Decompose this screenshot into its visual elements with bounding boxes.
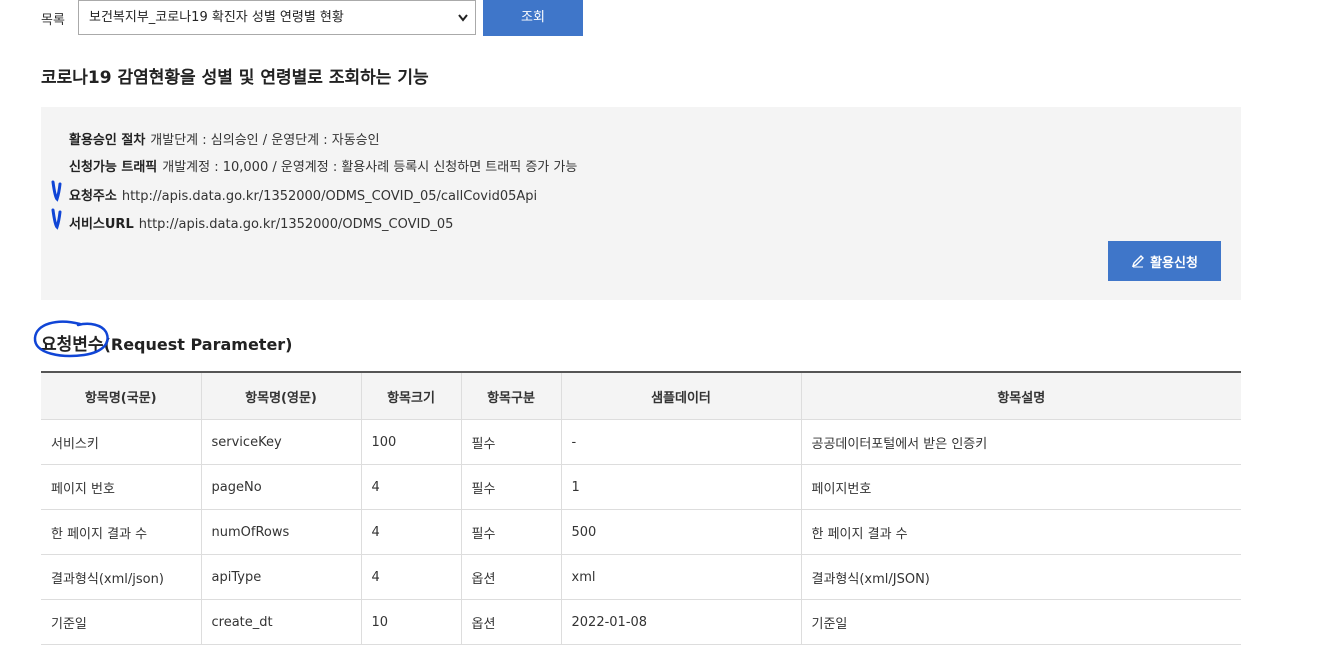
table-row: 기준일 create_dt 10 옵션 2022-01-08 기준일: [41, 599, 1241, 645]
apply-button[interactable]: 활용신청: [1108, 241, 1221, 281]
request-url-value[interactable]: http://apis.data.go.kr/1352000/ODMS_COVI…: [122, 189, 537, 204]
header-type: 항목구분: [461, 372, 562, 420]
cell-description: 한 페이지 결과 수: [801, 509, 1241, 555]
table-row: 한 페이지 결과 수 numOfRows 4 필수 500 한 페이지 결과 수: [41, 509, 1241, 555]
cell-description: 공공데이터포털에서 받은 인증키: [801, 419, 1241, 465]
traffic-value: 개발계정 : 10,000 / 운영계정 : 활용사례 등록시 신청하면 트래픽…: [162, 160, 578, 175]
cell-size: 100: [361, 419, 462, 465]
cell-name-en: numOfRows: [201, 509, 362, 555]
cell-sample: 1: [561, 464, 802, 510]
cell-type: 옵션: [461, 554, 562, 600]
cell-name-en: serviceKey: [201, 419, 362, 465]
query-button[interactable]: 조회: [483, 0, 583, 36]
cell-size: 4: [361, 509, 462, 555]
chevron-down-icon: [457, 1, 469, 47]
cell-description: 기준일: [801, 599, 1241, 645]
cell-name-ko: 기준일: [41, 599, 202, 645]
circle-annotation: [33, 320, 109, 358]
request-parameter-table: 항목명(국문) 항목명(영문) 항목크기 항목구분 샘플데이터 항목설명 서비스…: [41, 371, 1241, 645]
cell-size: 10: [361, 599, 462, 645]
top-bar: 목록 보건복지부_코로나19 확진자 성별 연령별 현황 조회: [0, 0, 1319, 40]
header-sample: 샘플데이터: [561, 372, 802, 420]
cell-type: 필수: [461, 419, 562, 465]
approval-row: 활용승인 절차 개발단계 : 심의승인 / 운영단계 : 자동승인: [69, 129, 380, 148]
info-panel: 활용승인 절차 개발단계 : 심의승인 / 운영단계 : 자동승인 신청가능 트래…: [41, 107, 1241, 300]
service-url-row: 서비스URL http://apis.data.go.kr/1352000/ODM…: [69, 213, 453, 232]
cell-name-ko: 서비스키: [41, 419, 202, 465]
list-label: 목록: [41, 13, 65, 28]
table-row: 결과형식(xml/json) apiType 4 옵션 xml 결과형식(xml…: [41, 554, 1241, 600]
apply-button-label: 활용신청: [1150, 255, 1198, 271]
cell-sample: 500: [561, 509, 802, 555]
cell-name-ko: 한 페이지 결과 수: [41, 509, 202, 555]
header-size: 항목크기: [361, 372, 462, 420]
approval-value: 개발단계 : 심의승인 / 운영단계 : 자동승인: [150, 133, 380, 148]
request-url-row: 요청주소 http://apis.data.go.kr/1352000/ODMS_…: [69, 185, 537, 204]
header-name-en: 항목명(영문): [201, 372, 362, 420]
cell-size: 4: [361, 554, 462, 600]
cell-sample: 2022-01-08: [561, 599, 802, 645]
cell-name-ko: 결과형식(xml/json): [41, 554, 202, 600]
cell-description: 페이지번호: [801, 464, 1241, 510]
cell-size: 4: [361, 464, 462, 510]
select-value: 보건복지부_코로나19 확진자 성별 연령별 현황: [89, 10, 344, 25]
table-row: 페이지 번호 pageNo 4 필수 1 페이지번호: [41, 464, 1241, 510]
pencil-icon: [1131, 255, 1145, 268]
service-url-label: 서비스URL: [69, 217, 134, 232]
traffic-label: 신청가능 트래픽: [69, 160, 158, 175]
cell-type: 옵션: [461, 599, 562, 645]
check-mark-annotation: [51, 208, 62, 230]
table-row: 서비스키 serviceKey 100 필수 - 공공데이터포털에서 받은 인증…: [41, 419, 1241, 465]
cell-name-en: create_dt: [201, 599, 362, 645]
table-header-row: 항목명(국문) 항목명(영문) 항목크기 항목구분 샘플데이터 항목설명: [41, 372, 1241, 420]
header-name-ko: 항목명(국문): [41, 372, 202, 420]
cell-name-en: pageNo: [201, 464, 362, 510]
check-mark-annotation: [51, 180, 62, 202]
cell-description: 결과형식(xml/JSON): [801, 554, 1241, 600]
traffic-row: 신청가능 트래픽 개발계정 : 10,000 / 운영계정 : 활용사례 등록시 …: [69, 156, 577, 175]
cell-name-en: apiType: [201, 554, 362, 600]
service-url-value[interactable]: http://apis.data.go.kr/1352000/ODMS_COVI…: [139, 217, 454, 232]
header-description: 항목설명: [801, 372, 1241, 420]
cell-type: 필수: [461, 509, 562, 555]
cell-name-ko: 페이지 번호: [41, 464, 202, 510]
api-select[interactable]: 보건복지부_코로나19 확진자 성별 연령별 현황: [78, 0, 476, 35]
cell-sample: -: [561, 419, 802, 465]
section-title-en: (Request Parameter): [103, 335, 293, 354]
approval-label: 활용승인 절차: [69, 133, 146, 148]
cell-type: 필수: [461, 464, 562, 510]
request-url-label: 요청주소: [69, 189, 117, 204]
cell-sample: xml: [561, 554, 802, 600]
page-title: 코로나19 감염현황을 성별 및 연령별로 조회하는 기능: [41, 68, 429, 88]
